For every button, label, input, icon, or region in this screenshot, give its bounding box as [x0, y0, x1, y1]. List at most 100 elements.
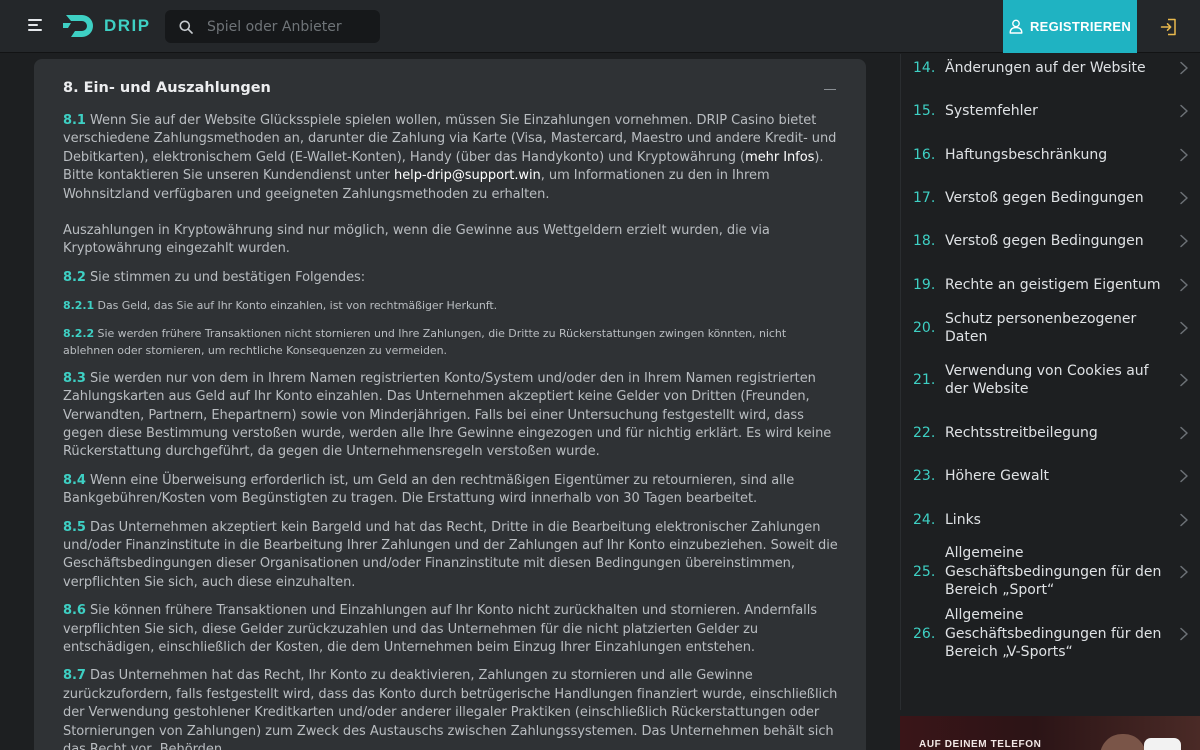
chevron-right-icon — [1180, 148, 1188, 162]
toc-item-number: 19. — [913, 277, 936, 293]
chevron-right-icon — [1180, 373, 1188, 387]
more-info-link[interactable]: mehr Infos — [745, 150, 814, 165]
section-body: 8.1 Wenn Sie auf der Website Glücksspiel… — [63, 112, 838, 750]
paragraph-8-1: 8.1 Wenn Sie auf der Website Glücksspiel… — [63, 112, 838, 204]
toc-item-number: 22. — [913, 425, 936, 441]
chevron-right-icon — [1180, 191, 1188, 205]
clause-number: 8.4 — [63, 472, 86, 488]
clause-text: Wenn Sie auf der Website Glücksspiele sp… — [63, 113, 837, 165]
toc-item-label: Verstoß gegen Bedingungen — [945, 189, 1144, 206]
search-input[interactable] — [207, 18, 377, 35]
toc-item-label: Schutz personenbezogener Daten — [945, 310, 1137, 346]
toc-item-number: 25. — [913, 564, 936, 580]
clause-number: 8.6 — [63, 603, 86, 619]
chevron-right-icon — [1180, 104, 1188, 118]
chevron-right-icon — [1180, 61, 1188, 75]
toc-item-23[interactable]: 23. Höhere Gewalt — [913, 466, 1189, 486]
toc-item-22[interactable]: 22. Rechtsstreitbeilegung — [913, 423, 1189, 443]
toc-item-18[interactable]: 18. Verstoß gegen Bedingungen — [913, 231, 1189, 251]
toc-item-number: 14. — [913, 60, 936, 76]
toc-item-number: 17. — [913, 190, 936, 206]
clause-text: Das Geld, das Sie auf Ihr Konto einzahle… — [94, 299, 498, 313]
brand-logo[interactable]: DRIP — [62, 12, 151, 40]
clause-text: Sie werden frühere Transaktionen nicht s… — [63, 326, 787, 358]
section-title: 8. Ein- und Auszahlungen — [63, 80, 271, 96]
paragraph-8-5: 8.5 Das Unternehmen akzeptiert kein Barg… — [63, 519, 838, 593]
toc-item-number: 15. — [913, 103, 936, 119]
clause-text: Das Unternehmen akzeptiert kein Bargeld … — [63, 519, 838, 590]
toc-item-label: Verstoß gegen Bedingungen — [945, 232, 1144, 249]
toc-item-17[interactable]: 17. Verstoß gegen Bedingungen — [913, 188, 1189, 208]
toc-item-number: 21. — [913, 372, 936, 388]
toc-item-15[interactable]: 15. Systemfehler — [913, 101, 1189, 121]
toc-item-label: Rechte an geistigem Eigentum — [945, 276, 1161, 293]
toc-item-number: 18. — [913, 233, 936, 249]
paragraph-8-2-2: 8.2.2 Sie werden frühere Transaktionen n… — [63, 325, 838, 360]
chevron-right-icon — [1180, 278, 1188, 292]
paragraph-8-7: 8.7 Das Unternehmen hat das Recht, Ihr K… — [63, 667, 838, 750]
toc-item-24[interactable]: 24. Links — [913, 510, 1189, 530]
login-button[interactable] — [1137, 0, 1200, 53]
toc-item-26[interactable]: 26. Allgemeine Geschäftsbedingungen für d… — [913, 607, 1189, 660]
menu-icon[interactable] — [28, 19, 43, 33]
toc-item-number: 20. — [913, 320, 936, 336]
toc-item-number: 26. — [913, 626, 936, 642]
toc-item-label: Änderungen auf der Website — [945, 59, 1146, 76]
collapse-icon[interactable] — [824, 89, 836, 90]
toc-item-16[interactable]: 16. Haftungsbeschränkung — [913, 145, 1189, 165]
toc-item-19[interactable]: 19. Rechte an geistigem Eigentum — [913, 275, 1189, 295]
toc-item-label: Links — [945, 511, 981, 528]
paragraph-8-6: 8.6 Sie können frühere Transaktionen und… — [63, 602, 838, 657]
toc-item-number: 23. — [913, 468, 936, 484]
clause-text: Sie werden nur von dem in Ihrem Namen re… — [63, 370, 832, 460]
clause-number: 8.7 — [63, 668, 86, 684]
app-promo-banner[interactable]: AUF DEINEM TELEFON — [900, 716, 1200, 750]
chevron-right-icon — [1180, 234, 1188, 248]
clause-number: 8.1 — [63, 113, 86, 128]
clause-number: 8.2.1 — [63, 299, 95, 313]
clause-number: 8.5 — [63, 519, 86, 535]
toc-item-21[interactable]: 21. Verwendung von Cookies auf der Websit… — [913, 360, 1189, 400]
support-email-link[interactable]: help-drip@support.win — [394, 168, 541, 183]
toc-item-25[interactable]: 25. Allgemeine Geschäftsbedingungen für d… — [913, 545, 1189, 598]
chevron-right-icon — [1180, 426, 1188, 440]
toc-item-label: Allgemeine Geschäftsbedingungen für den … — [945, 607, 1162, 661]
clause-text: Wenn eine Überweisung erforderlich ist, … — [63, 472, 795, 507]
promo-person-image — [1100, 734, 1146, 750]
toc-item-label: Rechtsstreitbeilegung — [945, 424, 1098, 441]
login-icon — [1160, 18, 1176, 35]
clause-text: Sie stimmen zu und bestätigen Folgendes: — [85, 269, 366, 285]
chevron-right-icon — [1180, 469, 1188, 483]
paragraph-8-2: 8.2 Sie stimmen zu und bestätigen Folgen… — [63, 269, 838, 287]
paragraph-8-2-1: 8.2.1 Das Geld, das Sie auf Ihr Konto ei… — [63, 297, 838, 315]
clause-number: 8.2.2 — [63, 326, 95, 340]
terms-section-card: 8. Ein- und Auszahlungen 8.1 Wenn Sie au… — [34, 59, 866, 750]
register-button[interactable]: REGISTRIEREN — [1003, 0, 1137, 53]
toc-item-label: Systemfehler — [945, 102, 1038, 119]
toc-item-number: 24. — [913, 512, 936, 528]
clause-text: Sie können frühere Transaktionen und Ein… — [63, 603, 817, 656]
phone-icon — [1144, 738, 1181, 750]
toc-item-label: Haftungsbeschränkung — [945, 146, 1108, 163]
toc-item-14[interactable]: 14. Änderungen auf der Website — [913, 58, 1189, 78]
brand-name: DRIP — [104, 16, 151, 35]
toc-item-label: Höhere Gewalt — [945, 467, 1049, 484]
chevron-right-icon — [1180, 513, 1188, 527]
search-box[interactable] — [165, 10, 380, 43]
drip-logo-icon — [63, 15, 93, 37]
promo-text: AUF DEINEM TELEFON — [919, 739, 1042, 750]
clause-number: 8.2 — [63, 269, 86, 285]
clause-number: 8.3 — [63, 370, 86, 386]
chevron-right-icon — [1180, 627, 1188, 641]
user-icon — [1009, 19, 1023, 34]
top-header: DRIP REGISTRIEREN — [0, 0, 1200, 53]
toc-item-number: 16. — [913, 147, 936, 163]
paragraph-8-3: 8.3 Sie werden nur von dem in Ihrem Name… — [63, 370, 838, 462]
toc-item-20[interactable]: 20. Schutz personenbezogener Daten — [913, 311, 1189, 345]
chevron-right-icon — [1180, 321, 1188, 335]
toc-item-label: Verwendung von Cookies auf der Website — [945, 362, 1149, 398]
search-icon — [179, 20, 193, 34]
register-label: REGISTRIEREN — [1029, 19, 1132, 34]
table-of-contents: 14. Änderungen auf der Website 15. Systemfe… — [900, 54, 1200, 710]
paragraph-8-1-crypto: Auszahlungen in Kryptowährung sind nur m… — [63, 223, 770, 257]
